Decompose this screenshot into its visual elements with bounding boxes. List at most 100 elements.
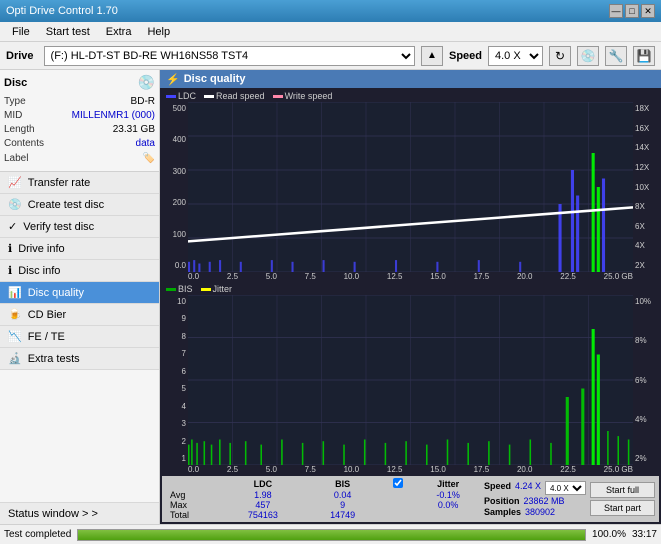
x-17-5: 17.5 (474, 272, 490, 281)
start-full-button[interactable]: Start full (590, 482, 655, 498)
status-window-button[interactable]: Status window > > (0, 502, 159, 524)
position-value: 23862 MB (523, 496, 564, 506)
menu-extra[interactable]: Extra (98, 24, 140, 40)
menu-bar: File Start test Extra Help (0, 22, 661, 42)
chart2-body: 10 9 8 7 6 5 4 3 2 1 (162, 295, 659, 465)
chart2-legend: BIS Jitter (162, 283, 659, 295)
disc-quality-header-icon: ⚡ (166, 73, 180, 86)
y-right-2x: 2X (633, 261, 659, 270)
y-label-0: 0.0 (162, 261, 188, 270)
sidebar-item-label-disc-quality: Disc quality (28, 287, 84, 299)
y-right-6x: 6X (633, 222, 659, 231)
disc-icon-button[interactable]: 💿 (577, 46, 599, 66)
sidebar-item-fe-te[interactable]: 📉 FE / TE (0, 326, 159, 348)
window-controls: — □ ✕ (609, 4, 655, 18)
eject-button[interactable]: ▲ (421, 46, 443, 66)
disc-mid-label: MID (4, 109, 22, 123)
main-layout: Disc 💿 Type BD-R MID MILLENMR1 (000) Len… (0, 70, 661, 524)
sidebar-item-disc-info[interactable]: ℹ Disc info (0, 260, 159, 282)
stats-row-max: Max 457 9 0.0% (166, 500, 480, 510)
chart2-svg (188, 295, 633, 465)
drive-select[interactable]: (F:) HL-DT-ST BD-RE WH16NS58 TST4 (44, 46, 415, 66)
chart1-y-axis-right: 18X 16X 14X 12X 10X 8X 6X 4X 2X (633, 102, 659, 272)
disc-length-value: 23.31 GB (113, 123, 155, 137)
bis-legend-label: BIS (178, 284, 193, 294)
start-part-button[interactable]: Start part (590, 500, 655, 516)
speed-target-select[interactable]: 4.0 X (545, 481, 586, 495)
sidebar: Disc 💿 Type BD-R MID MILLENMR1 (000) Len… (0, 70, 160, 524)
refresh-button[interactable]: ↻ (549, 46, 571, 66)
stats-total-label: Total (166, 510, 221, 520)
x-7-5: 7.5 (305, 272, 316, 281)
settings-button[interactable]: 🔧 (605, 46, 627, 66)
chart1-svg (188, 102, 633, 272)
chart2-svg-area (188, 295, 633, 465)
jitter-checkbox[interactable] (393, 478, 403, 488)
minimize-button[interactable]: — (609, 4, 623, 18)
y-label-500: 500 (162, 104, 188, 113)
disc-quality-icon: 📊 (8, 286, 22, 299)
sidebar-item-create-test-disc[interactable]: 💿 Create test disc (0, 194, 159, 216)
verify-test-disc-icon: ✓ (8, 220, 17, 233)
sidebar-item-transfer-rate[interactable]: 📈 Transfer rate (0, 172, 159, 194)
y-right-18x: 18X (633, 104, 659, 113)
sidebar-item-cd-bier[interactable]: 🍺 CD Bier (0, 304, 159, 326)
x-0: 0.0 (188, 272, 199, 281)
maximize-button[interactable]: □ (625, 4, 639, 18)
chart1-svg-area (188, 102, 633, 272)
create-test-disc-icon: 💿 (8, 198, 22, 211)
sidebar-item-label-extra-tests: Extra tests (28, 353, 80, 365)
x-20: 20.0 (517, 272, 533, 281)
sidebar-item-drive-info[interactable]: ℹ Drive info (0, 238, 159, 260)
sidebar-item-label-create: Create test disc (28, 199, 104, 211)
disc-panel: Disc 💿 Type BD-R MID MILLENMR1 (000) Len… (0, 70, 159, 172)
speed-label: Speed (484, 481, 511, 495)
menu-help[interactable]: Help (139, 24, 178, 40)
samples-value: 380902 (525, 507, 555, 517)
disc-info-icon: ℹ (8, 264, 12, 277)
status-text: Test completed (4, 529, 71, 540)
disc-panel-icon: 💿 (138, 74, 155, 91)
sidebar-item-disc-quality[interactable]: 📊 Disc quality (0, 282, 159, 304)
stats-max-ldc: 457 (221, 500, 306, 510)
y-right-10x: 10X (633, 183, 659, 192)
stats-avg-label: Avg (166, 490, 221, 500)
disc-mid-value: MILLENMR1 (000) (72, 109, 155, 123)
fe-te-icon: 📉 (8, 330, 22, 343)
speed-select[interactable]: 4.0 X 1.0 X 2.0 X 6.0 X 8.0 X (488, 46, 543, 66)
x-5: 5.0 (266, 272, 277, 281)
cd-bier-icon: 🍺 (8, 308, 22, 321)
stats-header-jitter: Jitter (416, 478, 480, 490)
close-button[interactable]: ✕ (641, 4, 655, 18)
position-label: Position (484, 496, 520, 506)
stats-avg-ldc: 1.98 (221, 490, 306, 500)
y-label-200: 200 (162, 198, 188, 207)
disc-type-value: BD-R (131, 95, 155, 109)
stats-avg-bis: 0.04 (305, 490, 380, 500)
bis-legend-color (166, 288, 176, 291)
app-title: Opti Drive Control 1.70 (6, 5, 118, 17)
x-25-gb: 25.0 GB (604, 272, 633, 281)
chart2-y-axis-left: 10 9 8 7 6 5 4 3 2 1 (162, 295, 188, 465)
x-2-5: 2.5 (227, 272, 238, 281)
x-15: 15.0 (430, 272, 446, 281)
ldc-legend-label: LDC (178, 91, 196, 101)
drive-bar: Drive (F:) HL-DT-ST BD-RE WH16NS58 TST4 … (0, 42, 661, 70)
sidebar-item-label-disc-info: Disc info (18, 265, 60, 277)
menu-start-test[interactable]: Start test (38, 24, 98, 40)
chart1-y-axis-left: 500 400 300 200 100 0.0 (162, 102, 188, 272)
chart2-x-axis: 0.0 2.5 5.0 7.5 10.0 12.5 15.0 17.5 20.0… (162, 465, 659, 474)
stats-header-bis: BIS (305, 478, 380, 490)
speed-label: Speed (449, 50, 482, 62)
sidebar-item-verify-test-disc[interactable]: ✓ Verify test disc (0, 216, 159, 238)
disc-type-label: Type (4, 95, 26, 109)
jitter-legend-label: Jitter (213, 284, 233, 294)
time-text: 33:17 (632, 529, 657, 540)
menu-file[interactable]: File (4, 24, 38, 40)
stats-max-label: Max (166, 500, 221, 510)
save-button[interactable]: 💾 (633, 46, 655, 66)
transfer-rate-icon: 📈 (8, 176, 22, 189)
speed-info-row: Speed 4.24 X 4.0 X (484, 481, 586, 495)
disc-contents-label: Contents (4, 137, 44, 151)
sidebar-item-extra-tests[interactable]: 🔬 Extra tests (0, 348, 159, 370)
